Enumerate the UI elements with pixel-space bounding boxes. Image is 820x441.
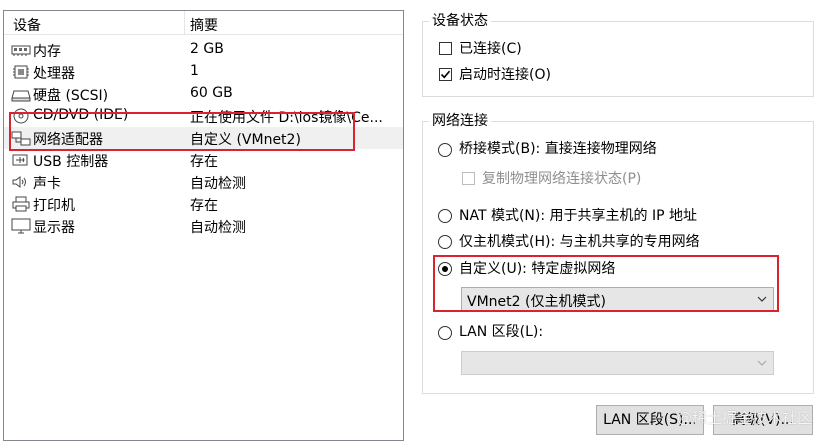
device-row-hard-disk[interactable]: 硬盘 (SCSI) 60 GB [4,83,403,105]
processor-icon [13,65,29,79]
watermark: @稀土掘金技术社区 [676,409,812,427]
device-summary: 1 [190,63,199,79]
lan-segment-label[interactable]: LAN 区段(L): [459,323,543,341]
hard-disk-icon [11,90,31,102]
device-summary: 自动检测 [190,220,246,236]
device-row-printer[interactable]: 打印机 存在 [4,193,403,215]
connected-checkbox[interactable] [439,42,452,55]
device-name: 打印机 [33,198,75,214]
connected-label[interactable]: 已连接(C) [459,40,522,58]
bridged-radio[interactable] [438,143,452,157]
device-name: USB 控制器 [33,154,109,170]
nat-radio[interactable] [438,209,452,223]
sound-card-icon [12,176,26,188]
host-only-label[interactable]: 仅主机模式(H): 与主机共享的专用网络 [459,233,700,251]
device-list-header: 设备 摘要 [4,11,403,35]
column-header-summary[interactable]: 摘要 [190,15,218,35]
nat-label[interactable]: NAT 模式(N): 用于共享主机的 IP 地址 [459,207,697,225]
device-summary: 存在 [190,198,218,214]
device-name: 处理器 [33,66,75,82]
highlight-box-custom-network [433,255,779,312]
device-name: 内存 [33,44,61,60]
device-row-sound-card[interactable]: 声卡 自动检测 [4,171,403,193]
device-summary: 自动检测 [190,176,246,192]
host-only-radio[interactable] [438,235,452,249]
usb-icon [12,154,28,166]
replicate-state-label[interactable]: 复制物理网络连接状态(P) [482,170,641,188]
chevron-down-icon [757,360,767,366]
device-summary: 60 GB [190,85,233,101]
column-header-device[interactable]: 设备 [13,15,41,35]
connect-at-power-on-checkbox[interactable] [439,68,452,81]
device-name: 声卡 [33,176,61,192]
lan-segment-radio[interactable] [438,326,452,340]
display-icon [11,218,31,234]
lan-segment-select[interactable] [461,351,774,375]
bridged-label[interactable]: 桥接模式(B): 直接连接物理网络 [459,140,657,158]
connect-at-power-on-label[interactable]: 启动时连接(O) [459,66,551,84]
device-row-processor[interactable]: 处理器 1 [4,61,403,83]
device-row-display[interactable]: 显示器 自动检测 [4,215,403,237]
device-summary: 存在 [190,154,218,170]
device-list[interactable]: 设备 摘要 内存 2 GB 处理器 1 硬盘 (SCSI) 60 GB CD/D… [3,10,404,441]
highlight-box-network-adapter [9,112,355,151]
device-name: 硬盘 (SCSI) [33,88,109,104]
checkmark-icon [440,70,451,79]
device-name: 显示器 [33,220,75,236]
memory-icon [11,45,31,56]
printer-icon [12,196,30,212]
column-separator [184,11,185,35]
device-row-usb-controller[interactable]: USB 控制器 存在 [4,149,403,171]
network-connection-title: 网络连接 [429,112,491,130]
device-status-title: 设备状态 [429,12,491,30]
device-summary: 2 GB [190,41,224,57]
device-status-group [422,21,814,97]
device-row-memory[interactable]: 内存 2 GB [4,39,403,61]
replicate-state-checkbox[interactable] [462,172,475,185]
